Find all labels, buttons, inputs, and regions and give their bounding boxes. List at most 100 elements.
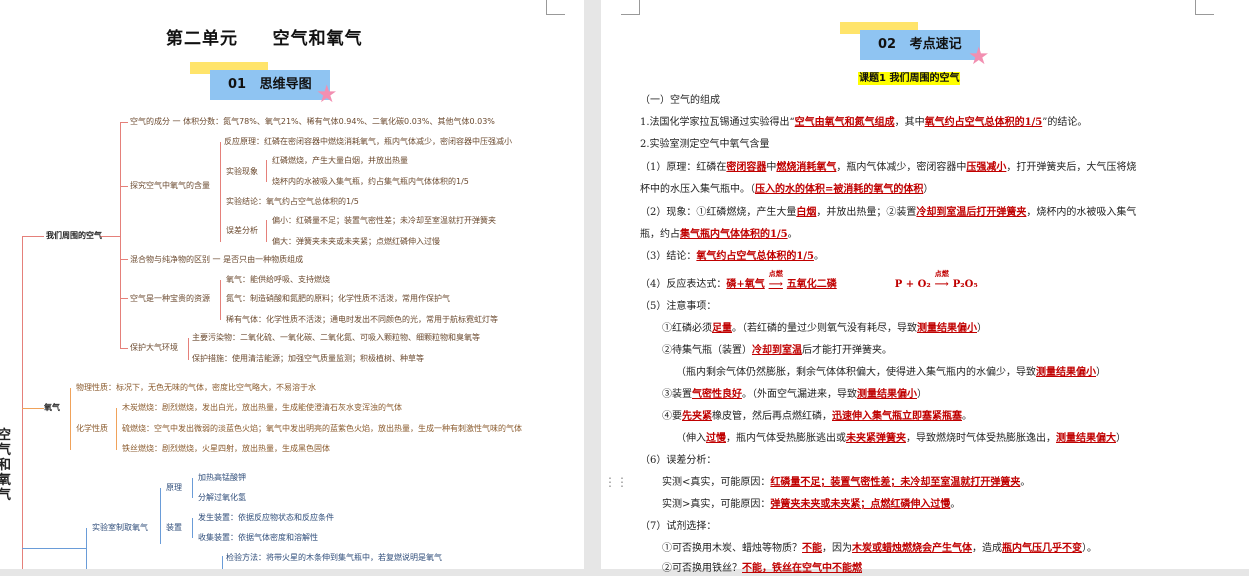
text-line: （伸入过慢，瓶内气体受热膨胀逃出或未夹紧弹簧夹，导致燃烧时气体受热膨胀逸出，测量… (676, 432, 1126, 446)
badge-number: 02 (878, 37, 897, 52)
badge-text: 考点速记 (909, 37, 962, 52)
crop-mark (621, 0, 640, 15)
text: （4）反应表达式： (640, 279, 727, 290)
condition-label: 点燃 (934, 269, 949, 278)
text: 。（若红磷的量过少则氧气没有耗尽，导致 (732, 323, 917, 334)
connector-line (120, 186, 128, 187)
text-line: （3）结论：氧气约占空气总体积的1/5。 (640, 250, 824, 264)
text: ，造成 (972, 543, 1002, 554)
text: 。 (813, 251, 824, 262)
node-generator: 发生装置：依据反应物状态和反应条件 (198, 513, 334, 522)
connector-line (70, 388, 71, 450)
connector-line (100, 236, 120, 237)
text: ，瓶内气体受热膨胀逃出或 (726, 433, 846, 444)
text-line: ①红磷必须足量。（若红磷的量过少则氧气没有耗尽，导致测量结果偏小） (662, 322, 987, 336)
keyword: 测量结果偏小 (1036, 367, 1096, 378)
text: ①可否换用木炭、蜡烛等物质？ (662, 543, 802, 554)
text: ，因为 (822, 543, 852, 554)
text: 1.法国化学家拉瓦锡通过实验得出“ (640, 117, 795, 128)
text: 。 (787, 229, 798, 240)
section-badge-notes: 02 考点速记 ★ (840, 22, 1000, 72)
node-principle: 反应原理：红磷在密闭容器中燃烧消耗氧气，瓶内气体减少，密闭容器中压强减小 (224, 137, 512, 146)
node-measures: 保护措施：使用清洁能源；加强空气质量监测；积极植树、种草等 (192, 354, 424, 363)
text-line: 杯中的水压入集气瓶中。（压入的水的体积=被消耗的氧气的体积） (640, 183, 933, 197)
text: 。 (962, 411, 972, 422)
node-kmno4: 加热高锰酸钾 (198, 473, 246, 482)
formula: P₂O₅ (952, 279, 978, 290)
text: 实测<真实，可能原因： (662, 477, 771, 488)
node-oxygen: 氧气 (44, 403, 60, 412)
text: （1）原理：红磷在 (640, 162, 727, 173)
text: ，并放出热量；②装置 (816, 207, 917, 218)
node-pollutants: 主要污染物：二氧化硫、一氧化碳、二氧化氮、可吸入颗粒物、细颗粒物和臭氧等 (192, 333, 480, 342)
keyword: 测量结果偏小 (857, 389, 917, 400)
node-oxygen-content: 探究空气中氧气的含量 (130, 181, 210, 190)
badge-label: 02 考点速记 (860, 30, 980, 60)
text: ①红磷必须 (662, 323, 712, 334)
text: ③装置 (662, 389, 692, 400)
condition-label: 点燃 (768, 269, 783, 278)
section-badge-mindmap: 01 思维导图 ★ (190, 62, 350, 112)
text-line: 实测<真实，可能原因：红磷量不足；装置气密性差；未冷却至室温就打开弹簧夹。 (662, 476, 1030, 490)
text: ”的结论。 (1042, 117, 1088, 128)
node-phenomenon-2: 烧杯内的水被吸入集气瓶，约占集气瓶内气体体积的1/5 (272, 177, 469, 186)
connector-line (220, 280, 221, 320)
text-line: （1）原理：红磷在密闭容器中燃烧消耗氧气，瓶内气体减少，密闭容器中压强减小，打开… (640, 161, 1136, 175)
node-air-composition: 空气的成分 一 体积分数：氮气78%、氧气21%、稀有气体0.94%、二氧化碳0… (130, 117, 495, 126)
text: ，烧杯内的水被吸入集气 (1026, 207, 1137, 218)
text-line: ①可否换用木炭、蜡烛等物质？不能，因为木炭或蜡烛燃烧会产生气体，造成瓶内气压几乎… (662, 542, 1097, 556)
reaction-arrow: 点燃 ⟶ (765, 270, 787, 292)
connector-line (220, 142, 221, 242)
keyword: 红磷量不足；装置气密性差；未冷却至室温就打开弹簧夹 (770, 477, 1021, 488)
text-line: （5）注意事项： (640, 301, 717, 312)
text: 瓶，约占 (640, 229, 680, 240)
node-test-method: 检验方法：将带火星的木条伸到集气瓶中，若复燃说明是氧气 (226, 553, 442, 562)
node-chemical: 化学性质 (76, 424, 108, 433)
text: ，其中 (894, 117, 925, 128)
keyword: 氧气约占空气总体积的1/5 (924, 117, 1043, 128)
text-line: 2.实验室测定空气中氧气含量 (640, 139, 770, 150)
keyword: 足量 (712, 323, 732, 334)
text: 。（外面空气漏进来，导致 (742, 389, 857, 400)
connector-line (160, 488, 161, 544)
star-icon: ★ (316, 80, 338, 108)
node-carbon-burn: 木炭燃烧：剧烈燃烧，发出白光，放出热量，生成能使澄清石灰水变浑浊的气体 (122, 403, 402, 412)
drag-handle-icon[interactable]: ⋮⋮ (604, 476, 628, 488)
text: 后才能打开弹簧夹。 (802, 345, 892, 356)
node-error-small: 偏小：红磷量不足；装置气密性差；未冷却至室温就打开弹簧夹 (272, 216, 496, 225)
keyword: 空气由氧气和氮气组成 (794, 117, 895, 128)
keyword: 瓶内气压几乎不变 (1002, 543, 1082, 554)
keyword: 白烟 (796, 207, 817, 218)
text: ②待集气瓶（装置） (662, 345, 752, 356)
text-line: 1.法国化学家拉瓦锡通过实验得出“空气由氧气和氮气组成，其中氧气约占空气总体积的… (640, 116, 1087, 130)
connector-line (266, 220, 267, 242)
node-air: 我们周围的空气 (46, 231, 102, 240)
connector-line (22, 236, 23, 569)
connector-line (120, 298, 128, 299)
keyword: 冷却到室温后打开弹簧夹 (916, 207, 1027, 218)
node-h2o2: 分解过氧化氢 (198, 493, 246, 502)
node-lab-oxygen: 实验室制取氧气 (92, 523, 148, 532)
crop-mark (546, 0, 565, 15)
keyword: 氧气约占空气总体积的1/5 (696, 251, 814, 262)
node-resource-oxygen: 氧气：能供给呼吸、支持燃烧 (226, 275, 330, 284)
keyword: 密闭容器 (726, 162, 767, 173)
keyword: 测量结果偏大 (1056, 433, 1116, 444)
topic-heading: 课题1 我们周围的空气 (858, 72, 961, 85)
text: 杯中的水压入集气瓶中。（ (640, 184, 755, 195)
keyword: 未夹紧弹簧夹 (846, 433, 906, 444)
text: （2）现象：①红磷燃烧，产生大量 (640, 207, 797, 218)
text: （瓶内剩余气体仍然膨胀，剩余气体体积偏大，使得进入集气瓶内的水偏少，导致 (676, 367, 1036, 378)
keyword: 压强减小 (966, 162, 1007, 173)
connector-line (120, 122, 128, 123)
keyword: 压入的水的体积=被消耗的氧气的体积 (755, 184, 924, 195)
text: ） (1116, 433, 1126, 444)
document-title: 第二单元 空气和氧气 (166, 29, 363, 49)
text: 橡皮管，然后再点燃红磷， (712, 411, 832, 422)
connector-line (222, 556, 223, 569)
node-phenomenon-1: 红磷燃烧，产生大量白烟，并放出热量 (272, 156, 408, 165)
node-lab-principle: 原理 (166, 483, 182, 492)
node-mixture: 混合物与纯净物的区别 一 是否只由一种物质组成 (130, 255, 304, 264)
vertical-title: 空气和氧气 (0, 428, 12, 503)
text: ） (977, 323, 987, 334)
